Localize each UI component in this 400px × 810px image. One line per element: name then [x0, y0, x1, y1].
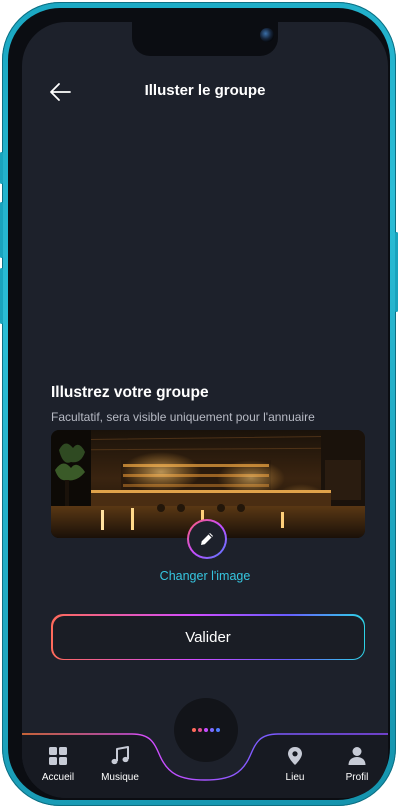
notch [132, 22, 278, 56]
validate-button-label: Valider [52, 615, 364, 659]
grid-icon [49, 747, 67, 765]
music-note-icon [111, 746, 129, 765]
section-title: Illustrez votre groupe [51, 384, 209, 401]
user-icon [348, 747, 366, 765]
validate-button[interactable]: Valider [51, 614, 365, 660]
page-title: Illuster le groupe [144, 82, 266, 99]
tab-label: Profil [345, 772, 369, 783]
tab-label: Accueil [41, 772, 75, 783]
power-button [395, 232, 398, 312]
section-subtitle: Facultatif, sera visible uniquement pour… [51, 410, 315, 424]
dots-menu-icon [192, 728, 220, 732]
silent-switch [0, 152, 3, 184]
app-screen: Illuster le groupe Illustrez votre group… [22, 22, 388, 798]
center-menu-button[interactable] [174, 698, 238, 762]
volume-down-button [0, 268, 3, 324]
tab-musique[interactable]: Musique [90, 746, 150, 783]
tab-profil[interactable]: Profil [327, 746, 387, 783]
tab-lieu[interactable]: Lieu [265, 746, 325, 783]
pencil-icon [201, 533, 213, 545]
tab-label: Lieu [285, 772, 305, 783]
change-image-link[interactable]: Changer l'image [22, 569, 388, 583]
phone-frame: Illuster le groupe Illustrez votre group… [0, 2, 398, 806]
tab-label: Musique [101, 772, 139, 783]
phone-bezel: Illuster le groupe Illustrez votre group… [8, 8, 390, 800]
map-pin-icon [288, 747, 302, 765]
tab-accueil[interactable]: Accueil [28, 746, 88, 783]
edit-image-button[interactable] [187, 519, 227, 559]
volume-up-button [0, 202, 3, 258]
camera-icon [260, 28, 274, 42]
